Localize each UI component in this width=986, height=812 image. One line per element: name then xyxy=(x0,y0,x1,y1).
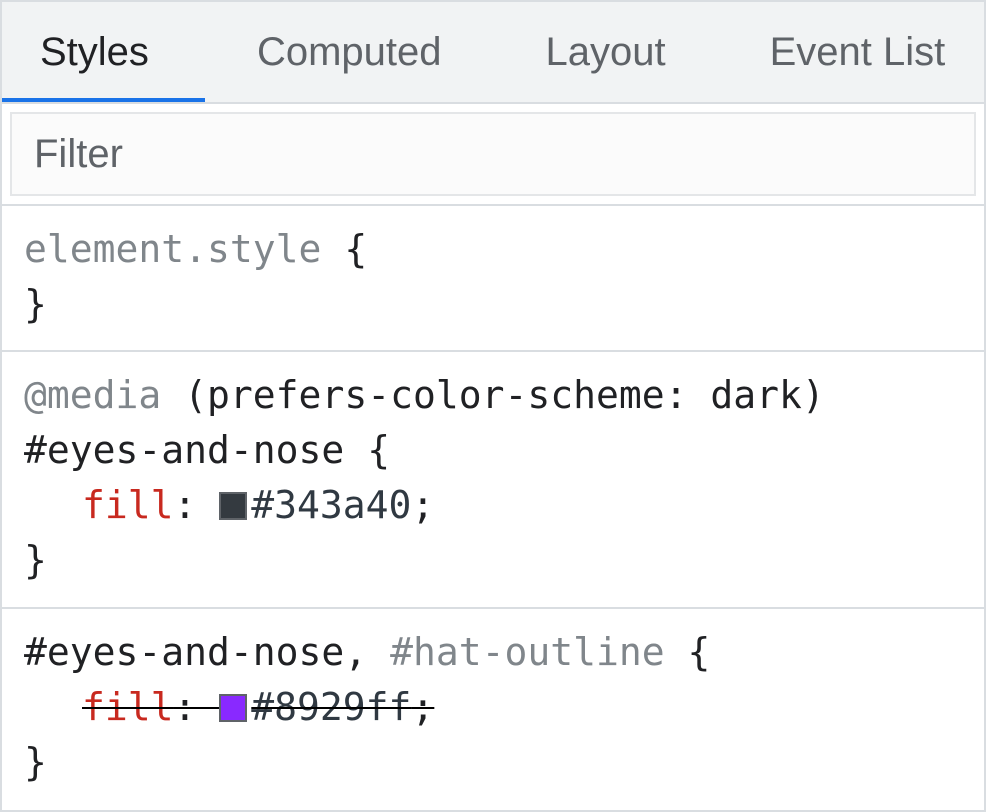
tabs-bar: Styles Computed Layout Event List xyxy=(2,2,984,104)
rule-eyes-and-nose-dark[interactable]: @media (prefers-color-scheme: dark) #eye… xyxy=(2,352,984,608)
styles-rules: element.style { } @media (prefers-color-… xyxy=(2,206,984,808)
color-swatch-icon[interactable] xyxy=(219,492,247,520)
rule-element-style[interactable]: element.style { } xyxy=(2,206,984,352)
open-brace: { xyxy=(688,630,711,674)
css-property: fill xyxy=(82,685,174,729)
css-declaration[interactable]: fill: #343a40; xyxy=(24,478,962,533)
open-brace: { xyxy=(344,227,367,271)
close-brace: } xyxy=(24,533,962,588)
close-brace: } xyxy=(24,277,962,332)
filter-input[interactable] xyxy=(10,112,976,196)
rule-selector-part: , xyxy=(344,630,390,674)
rule-eyes-and-nose-hat-outline[interactable]: #eyes-and-nose, #hat-outline { fill: #89… xyxy=(2,609,984,808)
rule-selector-part: #hat-outline xyxy=(390,630,665,674)
media-keyword: @media xyxy=(24,373,161,417)
tab-event-listeners[interactable]: Event List xyxy=(718,2,984,102)
css-value: #8929ff xyxy=(251,685,411,729)
css-declaration[interactable]: fill: #8929ff; xyxy=(24,680,962,735)
tab-layout[interactable]: Layout xyxy=(494,2,718,102)
rule-selector-part: #eyes-and-nose xyxy=(24,630,344,674)
media-query: (prefers-color-scheme: dark) xyxy=(184,373,825,417)
css-property: fill xyxy=(82,483,174,527)
color-swatch-icon[interactable] xyxy=(219,694,247,722)
close-brace: } xyxy=(24,735,962,790)
css-value: #343a40 xyxy=(251,483,411,527)
rule-selector: #eyes-and-nose xyxy=(24,428,344,472)
filter-row xyxy=(2,104,984,206)
rule-selector: element.style xyxy=(24,227,321,271)
open-brace: { xyxy=(367,428,390,472)
tab-styles[interactable]: Styles xyxy=(2,2,205,102)
tab-computed[interactable]: Computed xyxy=(205,2,494,102)
